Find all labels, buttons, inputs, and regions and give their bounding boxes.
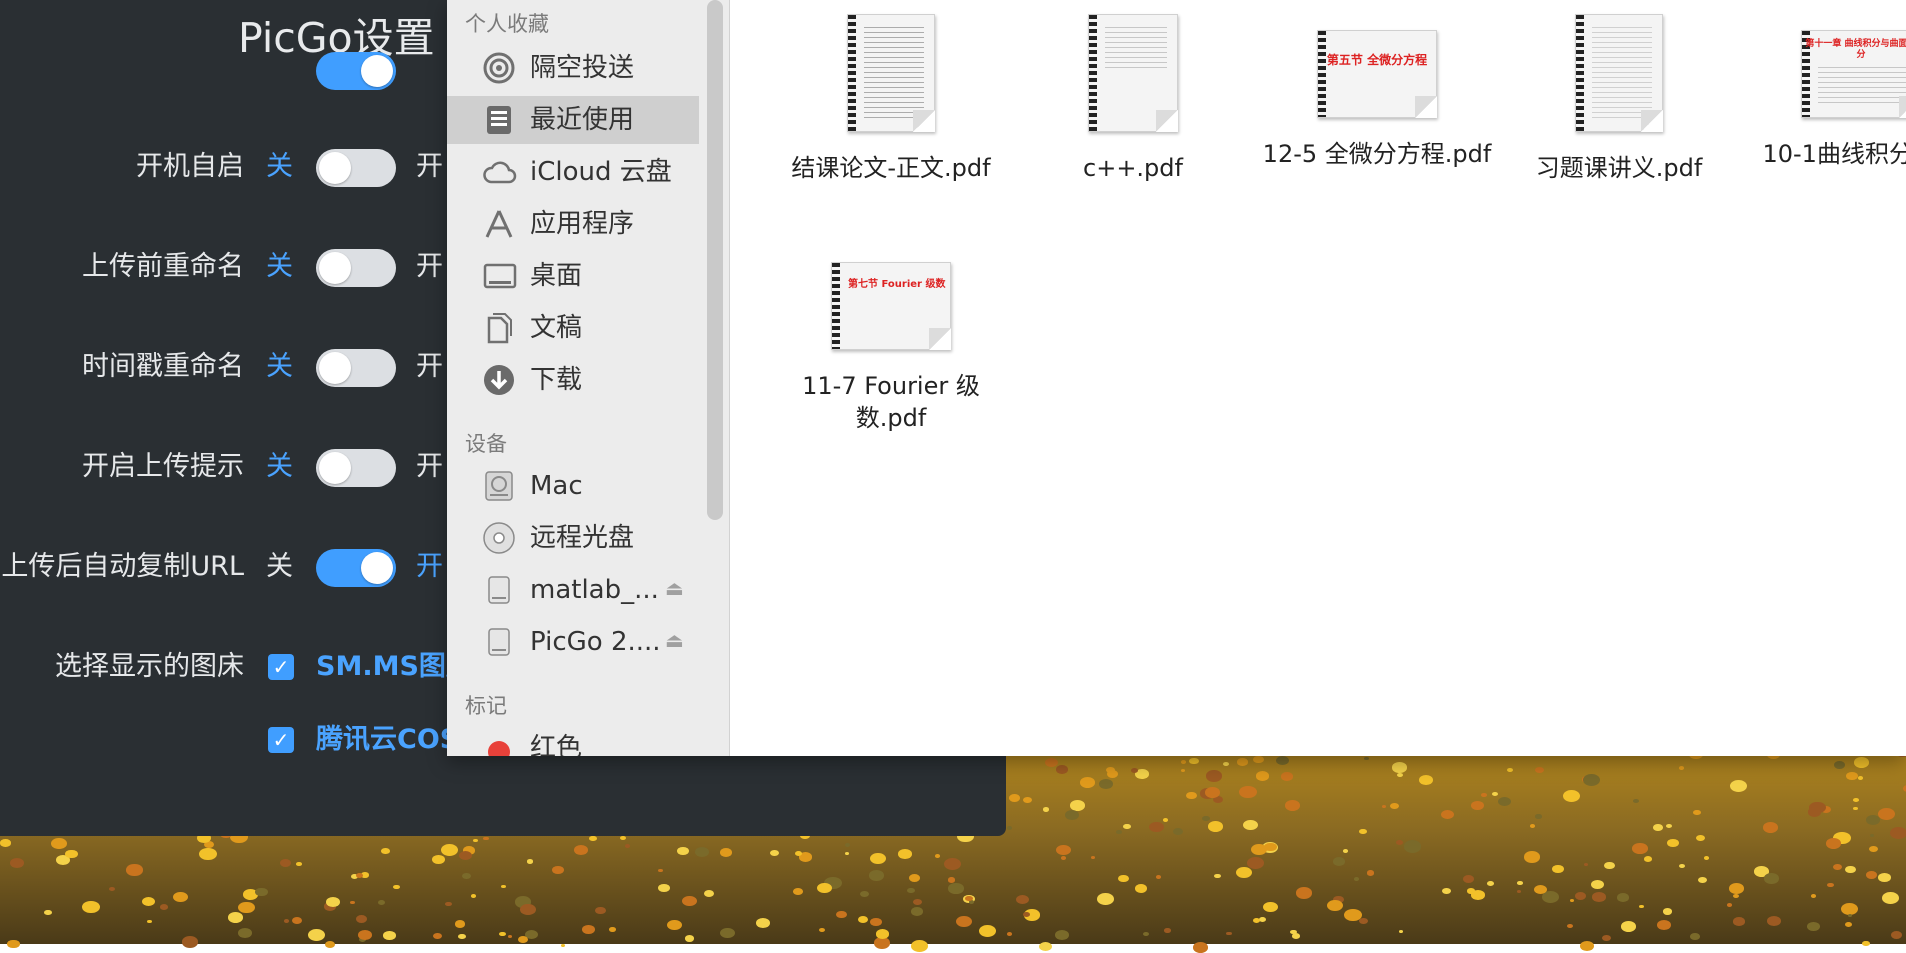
sidebar-item-label: 隔空投送: [530, 53, 635, 83]
sidebar-item-label: 文稿: [530, 313, 583, 343]
setting-label: 上传前重命名: [82, 251, 244, 282]
downloads-icon: [483, 364, 515, 396]
toggle-on-label: 开: [416, 551, 443, 582]
sidebar-item-label: Mac: [530, 471, 583, 501]
toggle-on-label: 开: [416, 351, 443, 382]
red-tag-dot-icon: [483, 732, 515, 756]
toggle-off-label: 关: [266, 551, 293, 582]
eject-icon[interactable]: ⏏: [665, 576, 684, 600]
file-name: 结课论文-正文.pdf: [791, 154, 991, 182]
hard-disk-icon: [483, 470, 515, 502]
pdf-thumbnail-icon: [1575, 14, 1663, 132]
sidebar-item-label: 最近使用: [530, 105, 635, 135]
sidebar-item-label: 应用程序: [530, 209, 635, 239]
sidebar-item-matlab-volume[interactable]: matlab_... ⏏: [447, 566, 699, 614]
sidebar-item-desktop[interactable]: 桌面: [447, 252, 699, 300]
picbed-name: 腾讯云COS: [316, 724, 460, 755]
file-item[interactable]: 习题课讲义.pdf: [1504, 14, 1734, 184]
devices-header: 设备: [465, 432, 507, 456]
toggle-off-label: 关: [266, 451, 293, 482]
sidebar-item-documents[interactable]: 文稿: [447, 304, 699, 352]
setting-row-upload-notify: 开启上传提示 关 开: [0, 437, 460, 497]
sidebar-item-label: 远程光盘: [530, 523, 635, 553]
file-name: 习题课讲义.pdf: [1535, 154, 1703, 182]
pdf-thumbnail-icon: 第五节 全微分方程: [1317, 30, 1437, 118]
eject-icon[interactable]: ⏏: [665, 628, 684, 652]
sidebar-item-label: 桌面: [530, 261, 583, 291]
sidebar-item-remote-disc[interactable]: 远程光盘: [447, 514, 699, 562]
toggle-on-label: 开: [416, 151, 443, 182]
file-item[interactable]: c++.pdf: [1018, 14, 1248, 184]
sidebar-item-label: iCloud 云盘: [530, 157, 672, 187]
sidebar-item-icloud[interactable]: iCloud 云盘: [447, 148, 699, 196]
sidebar-item-recents[interactable]: 最近使用: [447, 96, 699, 144]
tags-header: 标记: [465, 694, 507, 718]
file-name: 10-1曲线积分.pdf: [1762, 140, 1906, 168]
pdf-thumbnail-icon: 第七节 Fourier 级数: [831, 262, 951, 350]
autostart-toggle[interactable]: [316, 149, 396, 187]
pdf-thumbnail-icon: 第十一章 曲线积分与曲面积分: [1801, 30, 1906, 118]
optical-disc-icon: [483, 522, 515, 554]
setting-row-auto-copy-url: 上传后自动复制URL 关 开: [0, 537, 460, 597]
sidebar-item-airdrop[interactable]: 隔空投送: [447, 44, 699, 92]
picbed-checkbox[interactable]: ✓: [268, 727, 294, 753]
pdf-thumbnail-icon: [1088, 14, 1178, 132]
picbed-checkbox[interactable]: ✓: [268, 654, 294, 680]
documents-icon: [483, 312, 515, 344]
sidebar-item-picgo-volume[interactable]: PicGo 2.... ⏏: [447, 618, 699, 666]
file-item[interactable]: 第五节 全微分方程 12-5 全微分方程.pdf: [1262, 30, 1492, 170]
picbed-select-row: 选择显示的图床 ✓ SM.MS图床: [0, 637, 473, 697]
sidebar-item-downloads[interactable]: 下载: [447, 356, 699, 404]
setting-label: 开机自启: [136, 151, 244, 182]
setting-label: 开启上传提示: [82, 451, 244, 482]
finder-open-dialog: 个人收藏 隔空投送 最近使用 iCloud 云盘 应用程序 桌面 文稿 下载 设…: [447, 0, 1906, 756]
file-item[interactable]: 结课论文-正文.pdf: [776, 14, 1006, 184]
toggle-off-label: 关: [266, 351, 293, 382]
picbed-select-label: 选择显示的图床: [55, 651, 244, 682]
toggle-on-label: 开: [416, 451, 443, 482]
timestamp-rename-toggle[interactable]: [316, 349, 396, 387]
sidebar-item-applications[interactable]: 应用程序: [447, 200, 699, 248]
sidebar-item-label: 下载: [530, 365, 583, 395]
applications-icon: [483, 208, 515, 240]
icloud-icon: [483, 156, 517, 188]
toggle-on-label: 开: [416, 251, 443, 282]
rename-before-upload-toggle[interactable]: [316, 249, 396, 287]
file-item[interactable]: 第十一章 曲线积分与曲面积分 10-1曲线积分.pdf: [1746, 30, 1906, 170]
sidebar-item-label: PicGo 2....: [530, 627, 661, 657]
external-drive-icon: [483, 574, 515, 606]
auto-copy-url-toggle[interactable]: [316, 549, 396, 587]
setting-row-autostart: 开机自启 关 开: [0, 137, 460, 197]
sidebar-item-label: 红色: [530, 733, 583, 756]
file-grid: 结课论文-正文.pdf c++.pdf 第五节 全微分方程 12-5 全微分方程…: [730, 0, 1906, 756]
thumbnail-text: 第五节 全微分方程: [1326, 53, 1428, 67]
sidebar-scrollbar[interactable]: [707, 0, 723, 520]
file-name: c++.pdf: [1083, 154, 1183, 182]
favorites-header: 个人收藏: [465, 12, 549, 36]
file-name: 12-5 全微分方程.pdf: [1262, 140, 1492, 168]
setting-toggle[interactable]: [316, 52, 396, 90]
recents-icon: [483, 104, 515, 136]
sidebar-item-tag-red[interactable]: 红色: [447, 724, 699, 756]
thumbnail-text: 第七节 Fourier 级数: [848, 279, 946, 290]
file-name: 11-7 Fourier 级数.pdf: [802, 372, 980, 432]
sidebar-item-label: matlab_...: [530, 575, 659, 605]
setting-row-hidden: [0, 40, 460, 100]
airdrop-icon: [483, 52, 515, 84]
upload-notify-toggle[interactable]: [316, 449, 396, 487]
setting-label: 时间戳重命名: [82, 351, 244, 382]
finder-sidebar: 个人收藏 隔空投送 最近使用 iCloud 云盘 应用程序 桌面 文稿 下载 设…: [447, 0, 730, 756]
external-drive-icon: [483, 626, 515, 658]
setting-label: 上传后自动复制URL: [1, 551, 244, 582]
desktop-icon: [483, 260, 517, 292]
picbed-select-row: ✓ 腾讯云COS: [0, 710, 460, 770]
thumbnail-text: 第十一章 曲线积分与曲面积分: [1805, 39, 1906, 60]
setting-row-rename-before-upload: 上传前重命名 关 开: [0, 237, 460, 297]
toggle-off-label: 关: [266, 251, 293, 282]
toggle-off-label: 关: [266, 151, 293, 182]
pdf-thumbnail-icon: [847, 14, 935, 132]
sidebar-item-mac[interactable]: Mac: [447, 462, 699, 510]
setting-row-timestamp-rename: 时间戳重命名 关 开: [0, 337, 460, 397]
file-item[interactable]: 第七节 Fourier 级数 11-7 Fourier 级数.pdf: [776, 262, 1006, 434]
